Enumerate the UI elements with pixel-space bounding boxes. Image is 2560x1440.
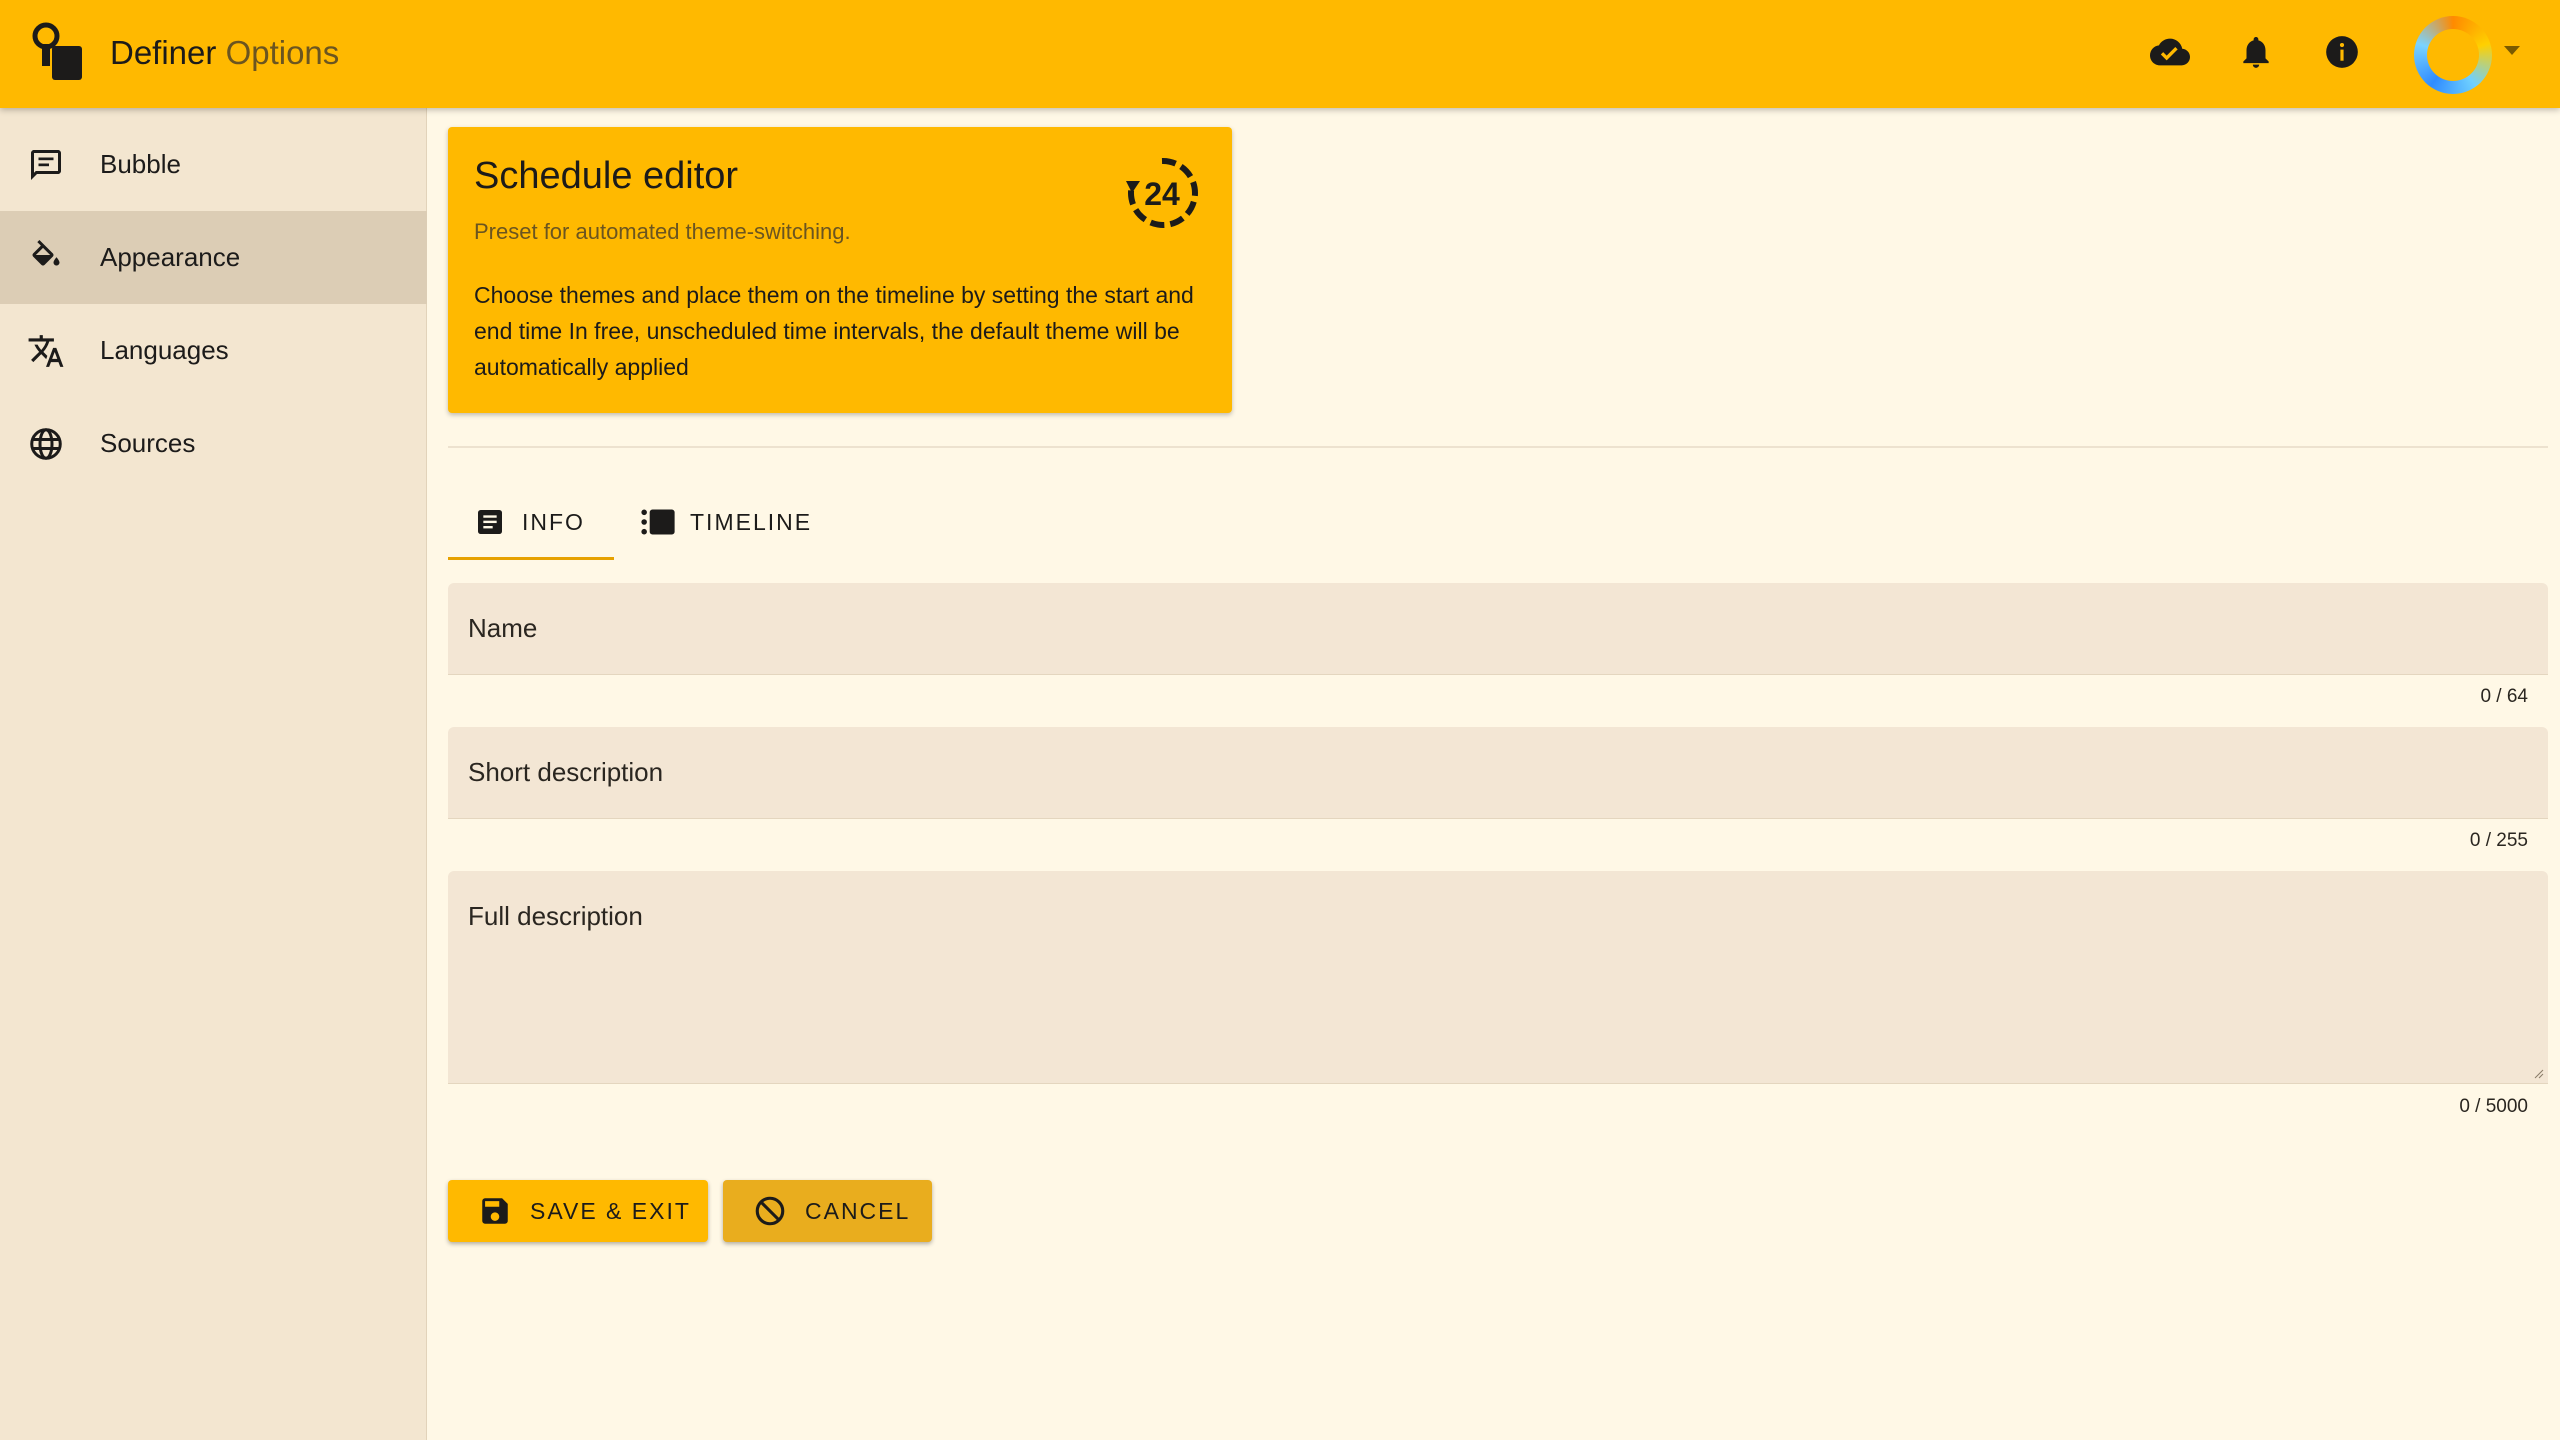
card-title: Schedule editor — [474, 155, 739, 197]
svg-text:24: 24 — [1144, 176, 1180, 212]
full-description-field[interactable]: Full description — [448, 871, 2548, 1084]
article-icon — [472, 504, 508, 540]
sidebar-item-bubble[interactable]: Bubble — [0, 118, 427, 211]
bell-icon[interactable] — [2234, 30, 2278, 74]
chat-bubble-icon — [26, 145, 66, 185]
full-description-label: Full description — [468, 901, 643, 931]
timeline-icon — [640, 504, 676, 540]
short-description-counter: 0 / 255 — [2469, 830, 2528, 851]
sidebar: Bubble Appearance Languages Sources — [0, 108, 427, 1440]
save-icon — [476, 1192, 514, 1230]
card-subtitle: Preset for automated theme-switching. — [474, 219, 851, 244]
tab-info[interactable]: INFO — [472, 484, 585, 560]
tab-label: TIMELINE — [690, 508, 813, 535]
sidebar-item-label: Sources — [100, 428, 196, 458]
divider — [448, 446, 2548, 448]
block-icon — [751, 1192, 789, 1230]
active-tab-indicator — [448, 557, 614, 560]
tab-timeline[interactable]: TIMELINE — [640, 484, 812, 560]
app-header: Definer Options — [0, 0, 2560, 108]
sidebar-item-label: Bubble — [100, 149, 181, 179]
app-title-main: Definer — [110, 34, 217, 71]
sidebar-item-languages[interactable]: Languages — [0, 304, 427, 397]
24-hours-icon: 24 — [1126, 157, 1198, 228]
sidebar-item-label: Languages — [100, 335, 229, 365]
full-description-counter: 0 / 5000 — [2459, 1096, 2528, 1117]
chevron-down-icon[interactable] — [2504, 46, 2520, 55]
cancel-button[interactable]: CANCEL — [723, 1180, 932, 1242]
app-title: Definer Options — [110, 30, 339, 76]
name-counter: 0 / 64 — [2480, 686, 2528, 707]
schedule-editor-card: Schedule editor Preset for automated the… — [448, 127, 1232, 413]
info-icon[interactable] — [2320, 30, 2364, 74]
short-description-field[interactable]: Short description — [448, 727, 2548, 819]
name-field[interactable]: Name — [448, 583, 2548, 675]
name-field-label: Name — [468, 613, 538, 643]
globe-icon — [26, 424, 66, 464]
resize-handle-icon[interactable] — [2534, 1069, 2544, 1079]
tab-label: INFO — [522, 508, 585, 535]
paint-bucket-icon — [26, 238, 66, 278]
cancel-button-label: CANCEL — [805, 1197, 911, 1224]
sidebar-item-sources[interactable]: Sources — [0, 397, 427, 490]
short-description-label: Short description — [468, 757, 664, 787]
translate-icon — [26, 331, 66, 371]
sidebar-item-appearance[interactable]: Appearance — [0, 211, 427, 304]
app-logo-icon — [32, 22, 82, 80]
cloud-done-icon[interactable] — [2148, 30, 2192, 74]
app-title-secondary: Options — [225, 34, 340, 71]
save-and-exit-button[interactable]: SAVE & EXIT — [448, 1180, 708, 1242]
sidebar-item-label: Appearance — [100, 242, 241, 272]
user-avatar[interactable] — [2414, 16, 2492, 94]
card-body: Choose themes and place them on the time… — [474, 282, 1194, 380]
save-button-label: SAVE & EXIT — [530, 1197, 691, 1224]
